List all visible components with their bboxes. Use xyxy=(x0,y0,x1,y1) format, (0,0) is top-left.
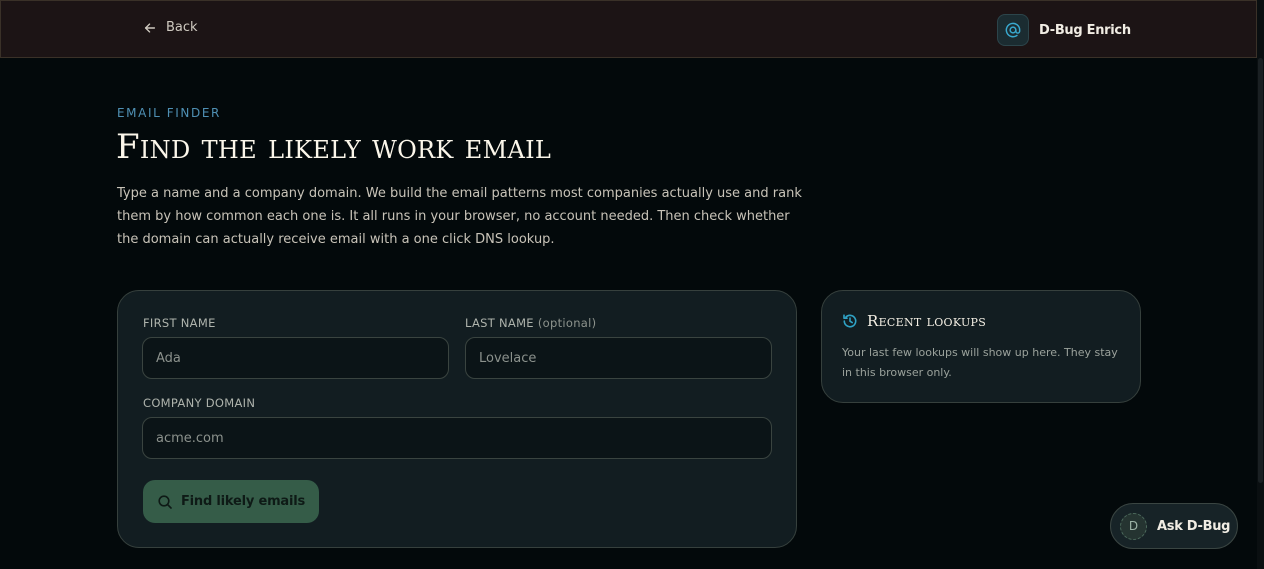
find-emails-label: Find likely emails xyxy=(180,494,306,509)
first-name-label: FIRST NAME xyxy=(143,316,216,330)
page-title: Find the likely work email xyxy=(116,127,552,167)
search-icon xyxy=(158,494,172,509)
company-domain-label: COMPANY DOMAIN xyxy=(143,396,256,410)
email-finder-form: FIRST NAME LAST NAME (optional) COMPANY … xyxy=(117,290,797,548)
at-sign-icon xyxy=(1005,22,1021,38)
recent-lookups-empty-text: Your last few lookups will show up here.… xyxy=(842,346,1118,379)
back-label: Back xyxy=(166,20,198,35)
assistant-avatar: D xyxy=(1120,512,1147,540)
last-name-label-text: LAST NAME xyxy=(465,316,534,330)
company-domain-input[interactable] xyxy=(142,417,772,459)
last-name-input[interactable] xyxy=(465,337,772,379)
ask-assistant-button[interactable]: D Ask D-Bug xyxy=(1110,503,1238,549)
arrow-left-icon xyxy=(144,22,156,33)
ask-assistant-label: Ask D-Bug xyxy=(1157,518,1231,534)
back-button[interactable]: Back xyxy=(143,20,198,35)
brand-name: D-Bug Enrich xyxy=(1039,22,1131,38)
recent-lookups-panel: Recent lookups Your last few lookups wil… xyxy=(821,290,1141,403)
brand[interactable]: D-Bug Enrich xyxy=(997,14,1131,46)
scrollbar-thumb[interactable] xyxy=(1258,58,1263,483)
page-description: Type a name and a company domain. We bui… xyxy=(117,186,802,247)
find-emails-button[interactable]: Find likely emails xyxy=(143,480,319,523)
recent-lookups-title: Recent lookups xyxy=(867,312,987,330)
section-eyebrow: EMAIL FINDER xyxy=(117,106,221,120)
optional-note: (optional) xyxy=(537,316,597,330)
history-icon xyxy=(843,314,857,328)
brand-badge xyxy=(997,14,1029,46)
top-bar: Back D-Bug Enrich xyxy=(0,0,1257,58)
first-name-input[interactable] xyxy=(142,337,449,379)
scrollbar[interactable] xyxy=(1257,0,1264,569)
recent-lookups-header: Recent lookups xyxy=(842,312,986,330)
last-name-label: LAST NAME (optional) xyxy=(465,316,596,330)
